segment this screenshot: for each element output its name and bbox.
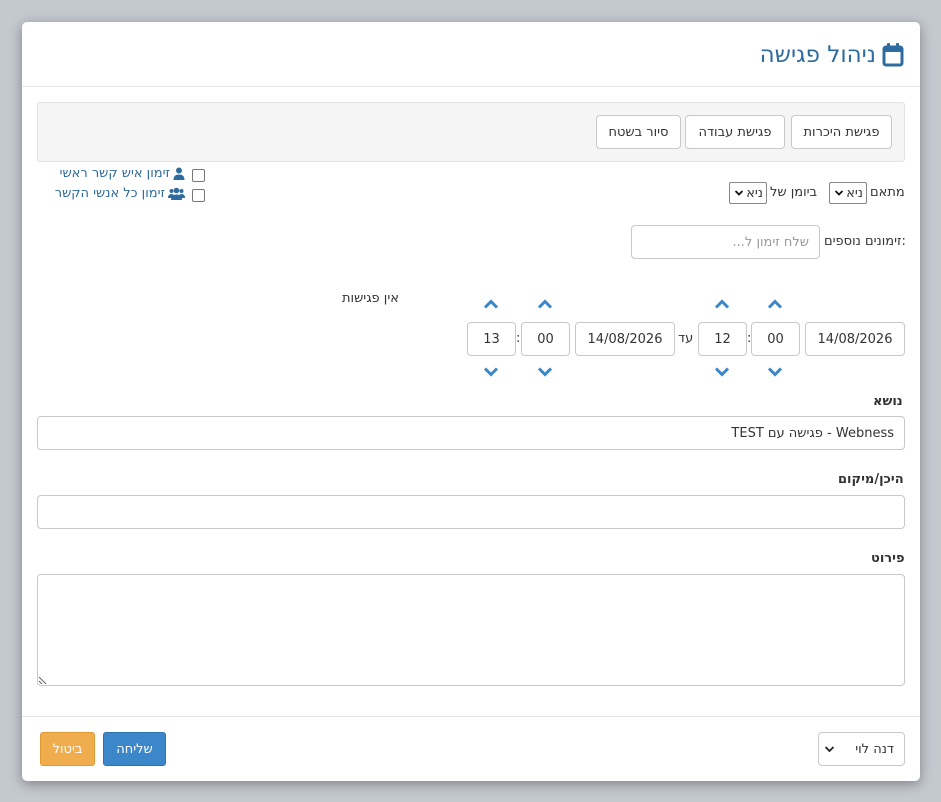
invite-all-contacts-label: זימון כל אנשי הקשר (54, 186, 165, 201)
meeting-type-intro-button[interactable]: פגישת היכרות (791, 115, 892, 149)
dialog-header: ניהול פגישה (22, 22, 920, 87)
to-time-separator: : (516, 331, 521, 346)
invite-all-contacts-link[interactable]: זימון כל אנשי הקשר (55, 186, 185, 201)
subject-label: נושא (873, 394, 903, 409)
to-hours-down-icon[interactable] (483, 367, 499, 377)
details-textarea[interactable] (37, 574, 905, 686)
no-meetings-text: אין פגישות (342, 291, 399, 306)
invite-main-contact-label: זימון איש קשר ראשי (59, 166, 170, 181)
owner-select[interactable]: דנה לוי (818, 732, 905, 766)
invite-main-checkbox[interactable] (192, 169, 205, 182)
extra-invites-input[interactable] (631, 225, 820, 259)
meeting-type-bar: פגישת היכרות פגישת עבודה סיור בשטח (37, 102, 905, 162)
organizer-label: מתאם (870, 185, 905, 200)
subject-input[interactable] (37, 416, 905, 450)
meeting-dialog: ניהול פגישה פגישת היכרות פגישת עבודה סיו… (22, 22, 920, 781)
from-minutes-up-icon[interactable] (767, 299, 783, 309)
until-label: עד (678, 331, 694, 346)
user-icon (173, 167, 185, 180)
dialog-title-text: ניהול פגישה (759, 42, 876, 68)
from-hours-up-icon[interactable] (714, 299, 730, 309)
calendar-icon (882, 43, 904, 67)
send-button[interactable]: שליחה (103, 732, 166, 766)
chevron-down-icon (835, 190, 844, 196)
users-icon (168, 187, 185, 200)
from-minutes-down-icon[interactable] (767, 367, 783, 377)
meeting-type-work-button[interactable]: פגישת עבודה (685, 115, 785, 149)
to-hours-input[interactable]: 13 (467, 322, 516, 356)
dialog-title: ניהול פגישה (760, 41, 904, 69)
location-label: היכן/מיקום (838, 472, 904, 487)
extra-invites-label: זימונים נוספים: (824, 234, 906, 249)
from-time-separator: : (747, 331, 752, 346)
organizer-select-value: ניא (846, 185, 863, 201)
meeting-type-tour-button[interactable]: סיור בשטח (596, 115, 681, 149)
details-label: פירוט (871, 551, 905, 566)
chevron-down-icon (735, 190, 744, 196)
organizer-select[interactable]: ניא (829, 182, 867, 204)
calendar-of-select[interactable]: ניא (729, 182, 767, 204)
to-hours-up-icon[interactable] (483, 299, 499, 309)
from-hours-input[interactable]: 12 (698, 322, 747, 356)
from-date-input[interactable]: 14/08/2026 (805, 322, 905, 356)
calendar-of-select-value: ניא (746, 185, 763, 201)
from-minutes-input[interactable]: 00 (751, 322, 800, 356)
location-input[interactable] (37, 495, 905, 529)
resize-handle-icon[interactable] (38, 676, 47, 685)
cancel-button[interactable]: ביטול (40, 732, 95, 766)
from-hours-down-icon[interactable] (714, 367, 730, 377)
to-minutes-input[interactable]: 00 (521, 322, 570, 356)
to-minutes-up-icon[interactable] (537, 299, 553, 309)
to-minutes-down-icon[interactable] (537, 367, 553, 377)
invite-main-contact-link[interactable]: זימון איש קשר ראשי (60, 166, 185, 181)
owner-select-value: דנה לוי (855, 741, 894, 757)
chevron-down-icon (825, 746, 834, 752)
to-date-input[interactable]: 14/08/2026 (575, 322, 675, 356)
calendar-of-label: ביומן של (770, 185, 818, 200)
footer-divider (22, 716, 920, 717)
invite-all-checkbox[interactable] (192, 189, 205, 202)
